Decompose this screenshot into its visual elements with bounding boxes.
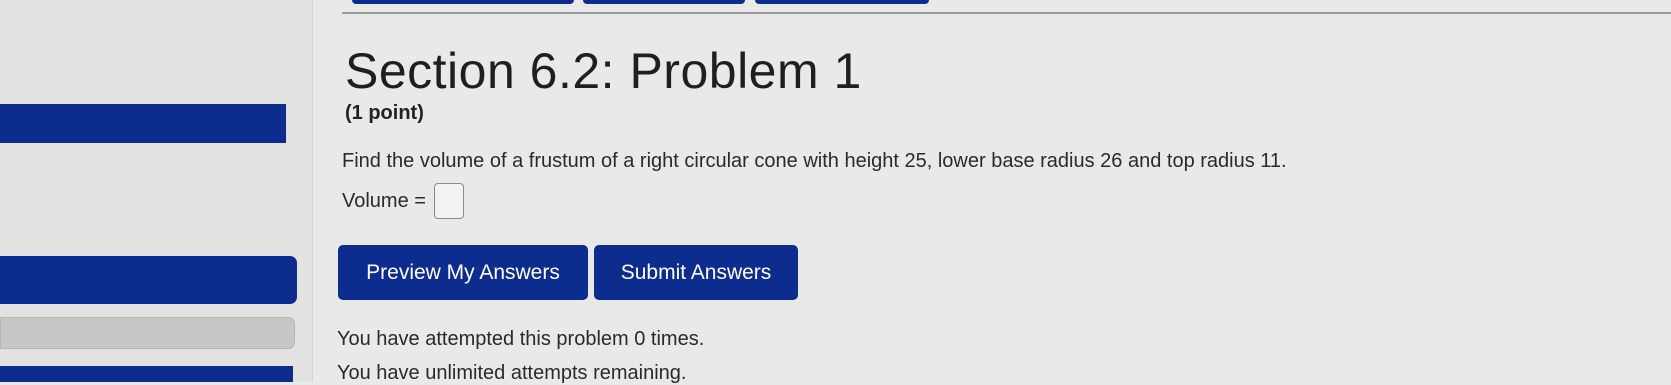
problem-content: Section 6.2: Problem 1 (1 point) Find th… — [337, 0, 1671, 384]
sidebar-nav-button[interactable] — [0, 256, 297, 304]
submit-answers-button[interactable]: Submit Answers — [594, 245, 798, 300]
sidebar-nav-item[interactable] — [0, 104, 286, 143]
answer-label: Volume = — [342, 189, 426, 212]
points-label: (1 point) — [345, 102, 424, 124]
sidebar-progress-bar — [0, 317, 295, 349]
attempts-text: You have attempted this problem 0 times. — [337, 328, 705, 350]
answer-row: Volume = — [342, 183, 464, 219]
preview-answers-button[interactable]: Preview My Answers — [338, 245, 588, 300]
sidebar-nav-item[interactable] — [0, 366, 293, 382]
problem-question: Find the volume of a frustum of a right … — [342, 150, 1287, 172]
page-title: Section 6.2: Problem 1 — [345, 43, 862, 99]
sidebar — [0, 0, 312, 382]
sidebar-divider — [312, 0, 313, 382]
volume-answer-input[interactable] — [433, 183, 464, 219]
